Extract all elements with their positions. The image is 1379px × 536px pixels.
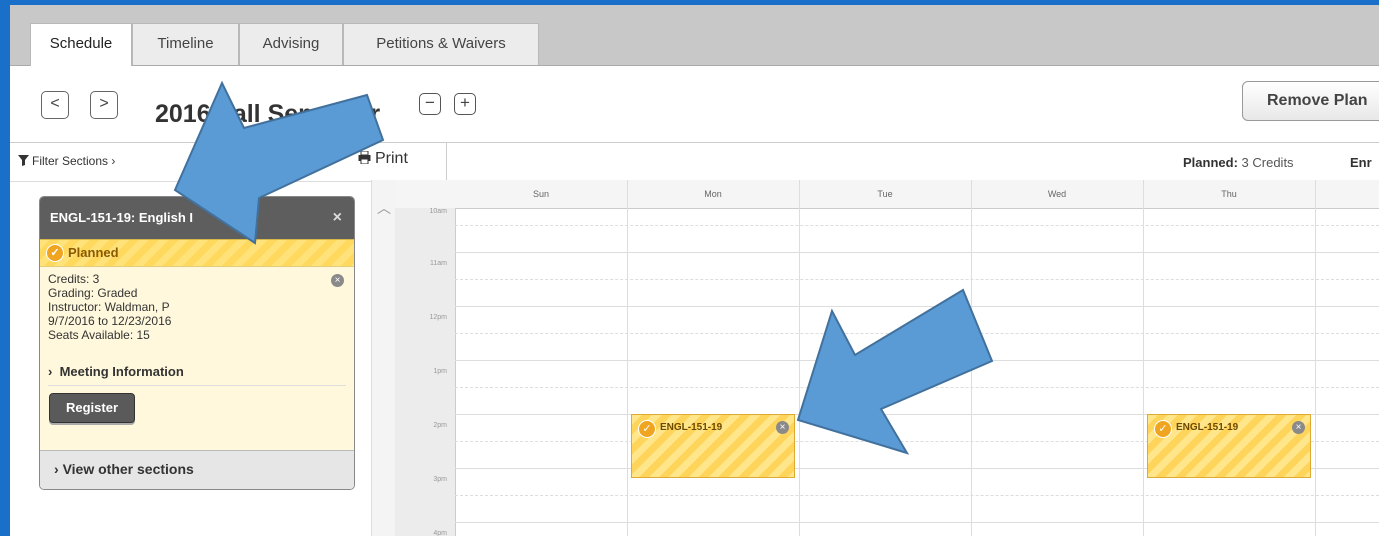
page: Schedule Timeline Advising Petitions & W… <box>10 5 1379 536</box>
annotation-overlay <box>173 80 994 455</box>
arrow-annotation-left <box>173 80 385 245</box>
arrow-annotation-right <box>796 288 994 455</box>
